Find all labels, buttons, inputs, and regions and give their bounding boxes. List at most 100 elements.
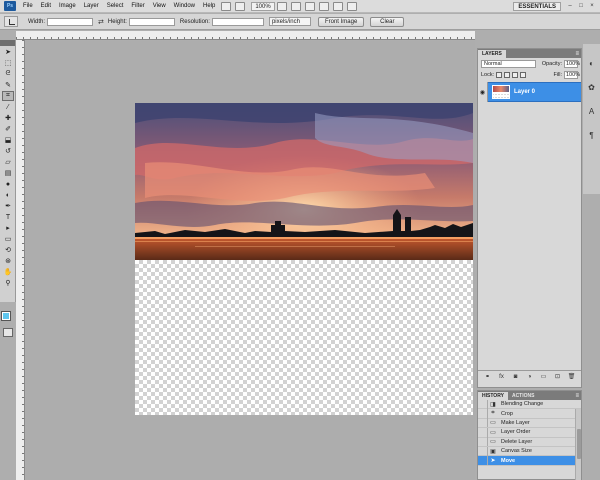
pen-tool-icon[interactable]: ✒: [2, 201, 14, 211]
photoshop-logo: Ps: [4, 1, 16, 11]
adjustments-panel-icon[interactable]: ◐: [586, 58, 597, 68]
zoom-tool-icon[interactable]: ⚲: [2, 278, 14, 288]
menu-select[interactable]: Select: [103, 0, 128, 13]
quick-select-tool-icon[interactable]: ✎: [2, 80, 14, 90]
vertical-ruler[interactable]: [16, 40, 25, 480]
layers-list-empty-area[interactable]: [478, 102, 581, 370]
swap-dimensions-icon[interactable]: ⇄: [98, 18, 104, 26]
menu-file[interactable]: File: [19, 0, 37, 13]
foreground-color-swatch[interactable]: [1, 311, 11, 321]
history-item[interactable]: ▭ Make Layer: [478, 418, 581, 429]
lock-pixels-icon[interactable]: [504, 71, 511, 78]
new-layer-icon[interactable]: ⊡: [554, 373, 562, 380]
clone-stamp-tool-icon[interactable]: ⬓: [2, 135, 14, 145]
3d-orbit-tool-icon[interactable]: ⊛: [2, 256, 14, 266]
lasso-tool-icon[interactable]: ᘓ: [2, 69, 14, 79]
scrollbar-thumb[interactable]: [577, 429, 581, 459]
path-select-tool-icon[interactable]: ▸: [2, 223, 14, 233]
blend-mode-select[interactable]: Normal: [481, 59, 536, 68]
layer-row[interactable]: ◉ Layer 0: [478, 82, 581, 102]
panel-menu-icon[interactable]: ≡: [575, 50, 579, 58]
history-item[interactable]: ⌗ Crop: [478, 409, 581, 419]
mini-bridge-icon[interactable]: [235, 1, 246, 11]
delete-icon: ▭: [490, 439, 496, 446]
menu-window[interactable]: Window: [170, 0, 199, 13]
resolution-unit-select[interactable]: pixels/inch: [268, 17, 311, 26]
history-panel-tabs: HISTORY ACTIONS ≡: [478, 391, 581, 400]
history-scrollbar[interactable]: [575, 409, 581, 480]
layers-panel: LAYERS ≡ Normal Opacity: 100% Lock: Fill…: [477, 48, 582, 388]
dodge-tool-icon[interactable]: ◐: [2, 190, 14, 200]
tools-panel-header[interactable]: [0, 40, 15, 46]
link-layers-icon[interactable]: ⚭: [484, 373, 492, 380]
bridge-icon[interactable]: [221, 1, 232, 11]
crop-tool-icon[interactable]: ⌗: [2, 91, 14, 101]
move-tool-icon[interactable]: ➤: [2, 47, 14, 57]
history-item[interactable]: ◨ Blending Change: [478, 399, 581, 410]
workspace-switcher[interactable]: ESSENTIALS: [513, 1, 561, 11]
visibility-eye-icon[interactable]: ◉: [478, 82, 488, 102]
layer-mask-icon[interactable]: ◙: [512, 374, 520, 380]
screen-mode-icon[interactable]: [346, 1, 357, 11]
document-workspace[interactable]: [26, 41, 475, 480]
blur-tool-icon[interactable]: ●: [2, 179, 14, 189]
lock-position-icon[interactable]: [512, 71, 519, 78]
character-panel-icon[interactable]: A: [586, 106, 597, 116]
menu-edit[interactable]: Edit: [37, 0, 55, 13]
styles-panel-icon[interactable]: ✿: [586, 82, 597, 92]
history-item[interactable]: ▭ Layer Order: [478, 427, 581, 438]
menu-image[interactable]: Image: [55, 0, 80, 13]
tab-actions[interactable]: ACTIONS: [508, 392, 539, 400]
panel-menu-icon[interactable]: ≡: [575, 392, 579, 400]
maximize-icon[interactable]: □: [578, 3, 584, 9]
zoom-icon[interactable]: [290, 1, 301, 11]
history-brush-tool-icon[interactable]: ↺: [2, 146, 14, 156]
clear-button[interactable]: Clear: [370, 16, 405, 27]
history-item[interactable]: ▭ Delete Layer: [478, 437, 581, 447]
brush-tool-icon[interactable]: ✐: [2, 124, 14, 134]
hand-icon[interactable]: [276, 1, 287, 11]
height-field[interactable]: [128, 17, 175, 26]
document-canvas[interactable]: [135, 103, 473, 415]
resolution-field[interactable]: [211, 17, 264, 26]
layer-name[interactable]: Layer 0: [514, 89, 535, 95]
menu-filter[interactable]: Filter: [127, 0, 148, 13]
arrange-documents-icon[interactable]: [332, 1, 343, 11]
healing-brush-tool-icon[interactable]: ✚: [2, 113, 14, 123]
opacity-field[interactable]: 100%: [564, 59, 580, 68]
paragraph-panel-icon[interactable]: ¶: [586, 130, 597, 140]
new-group-icon[interactable]: ▭: [540, 373, 548, 380]
crop-tool-preset-icon[interactable]: [4, 16, 18, 27]
menu-view[interactable]: View: [149, 0, 170, 13]
width-field[interactable]: [47, 17, 94, 26]
lock-label: Lock:: [481, 71, 495, 78]
fill-field[interactable]: 100%: [564, 70, 580, 79]
marquee-tool-icon[interactable]: ⬚: [2, 58, 14, 68]
type-tool-icon[interactable]: T: [2, 212, 14, 222]
grid-icon[interactable]: [318, 1, 329, 11]
lock-all-icon[interactable]: [520, 71, 527, 78]
eraser-tool-icon[interactable]: ▱: [2, 157, 14, 167]
lock-transparency-icon[interactable]: [496, 71, 503, 78]
3d-rotate-tool-icon[interactable]: ⟲: [2, 245, 14, 255]
layer-style-icon[interactable]: fx: [498, 374, 506, 380]
front-image-button[interactable]: Front Image: [317, 16, 365, 27]
menu-bar: Ps File Edit Image Layer Select Filter V…: [0, 0, 600, 13]
history-item-active[interactable]: ➤ Move: [478, 456, 581, 466]
shape-tool-icon[interactable]: ▭: [2, 234, 14, 244]
gradient-tool-icon[interactable]: ▤: [2, 168, 14, 178]
rotate-view-icon[interactable]: [304, 1, 315, 11]
hand-tool-icon[interactable]: ✋: [2, 267, 14, 277]
zoom-level-select[interactable]: 100%: [251, 1, 275, 11]
minimize-icon[interactable]: –: [567, 3, 573, 9]
quick-mask-mode-icon[interactable]: [3, 328, 13, 337]
menu-help[interactable]: Help: [199, 0, 219, 13]
history-item[interactable]: ▣ Canvas Size: [478, 446, 581, 457]
menu-layer[interactable]: Layer: [80, 0, 103, 13]
delete-layer-icon[interactable]: 🗑: [568, 373, 576, 380]
horizontal-ruler[interactable]: [16, 31, 475, 40]
close-icon[interactable]: ×: [589, 3, 595, 9]
adjustment-layer-icon[interactable]: ◑: [526, 374, 534, 380]
tab-layers[interactable]: LAYERS: [478, 50, 506, 58]
eyedropper-tool-icon[interactable]: ⁄: [2, 102, 14, 112]
